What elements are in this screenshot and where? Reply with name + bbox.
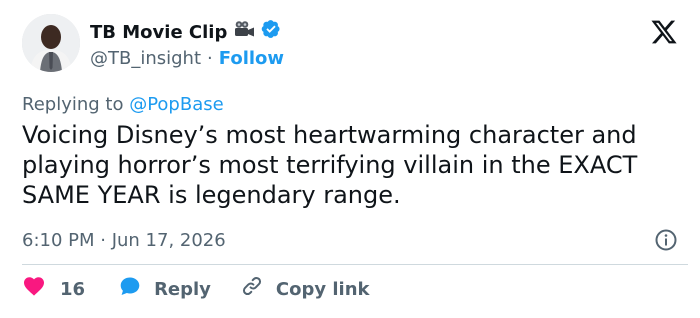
author-handle-row: @TB_insight · Follow [90, 47, 284, 71]
reply-context-prefix: Replying to [22, 94, 130, 115]
like-button[interactable]: 16 [22, 274, 85, 306]
verified-badge-icon [261, 19, 281, 46]
avatar[interactable] [22, 14, 80, 72]
copy-link-button[interactable]: Copy link [240, 274, 370, 306]
x-logo-icon[interactable] [650, 18, 678, 46]
info-icon[interactable] [654, 228, 678, 252]
action-bar: 16 Reply Copy link [22, 274, 370, 306]
avatar-image [22, 14, 80, 72]
tweet-timestamp[interactable]: 6:10 PM · Jun 17, 2026 [22, 229, 226, 253]
reply-label: Reply [154, 279, 211, 300]
reply-bubble-icon [118, 274, 142, 306]
reply-context: Replying to @PopBase [22, 93, 224, 117]
author-display-name[interactable]: TB Movie Clip [90, 21, 227, 45]
author-name-row[interactable]: TB Movie Clip [90, 19, 281, 46]
like-count: 16 [60, 279, 86, 300]
follow-button[interactable]: Follow [219, 47, 284, 71]
divider [22, 264, 688, 265]
tweet-text: Voicing Disney’s most heartwarming chara… [22, 121, 638, 209]
reply-mention-link[interactable]: @PopBase [129, 94, 223, 115]
copy-link-label: Copy link [275, 279, 370, 300]
link-icon [240, 274, 264, 306]
movie-camera-icon [233, 20, 255, 45]
author-handle[interactable]: @TB_insight [90, 47, 201, 71]
reply-button[interactable]: Reply [118, 274, 211, 306]
heart-icon [22, 274, 46, 306]
separator-dot: · [207, 48, 213, 69]
